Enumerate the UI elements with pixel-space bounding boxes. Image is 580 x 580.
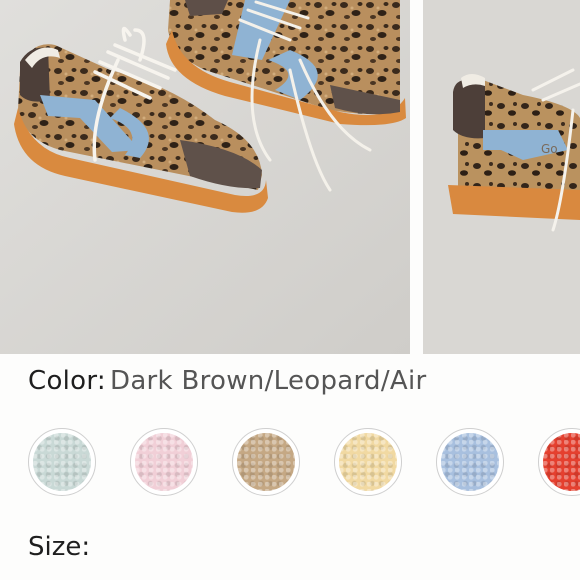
leopard-sneaker-pair-photo-icon — [0, 0, 410, 354]
product-image-carousel[interactable]: Go — [0, 0, 580, 354]
swatch-texture — [543, 433, 580, 491]
color-swatch[interactable] — [130, 428, 198, 496]
swatch-texture — [135, 433, 193, 491]
color-swatch[interactable] — [232, 428, 300, 496]
color-swatch[interactable] — [538, 428, 580, 496]
color-swatch[interactable] — [436, 428, 504, 496]
svg-text:Go: Go — [541, 142, 558, 156]
product-image-2[interactable]: Go — [423, 0, 580, 354]
color-label: Color: — [28, 366, 106, 396]
selected-color-name: Dark Brown/Leopard/Air — [110, 366, 427, 396]
color-swatch[interactable] — [334, 428, 402, 496]
color-swatch-list — [0, 428, 580, 498]
product-image-1[interactable] — [0, 0, 410, 354]
leopard-sneaker-side-photo-icon: Go — [423, 0, 580, 354]
color-swatch[interactable] — [28, 428, 96, 496]
swatch-texture — [237, 433, 295, 491]
size-label: Size: — [28, 532, 91, 562]
swatch-texture — [339, 433, 397, 491]
color-selection-label: Color: Dark Brown/Leopard/Air — [28, 366, 427, 396]
swatch-texture — [441, 433, 499, 491]
swatch-texture — [33, 433, 91, 491]
